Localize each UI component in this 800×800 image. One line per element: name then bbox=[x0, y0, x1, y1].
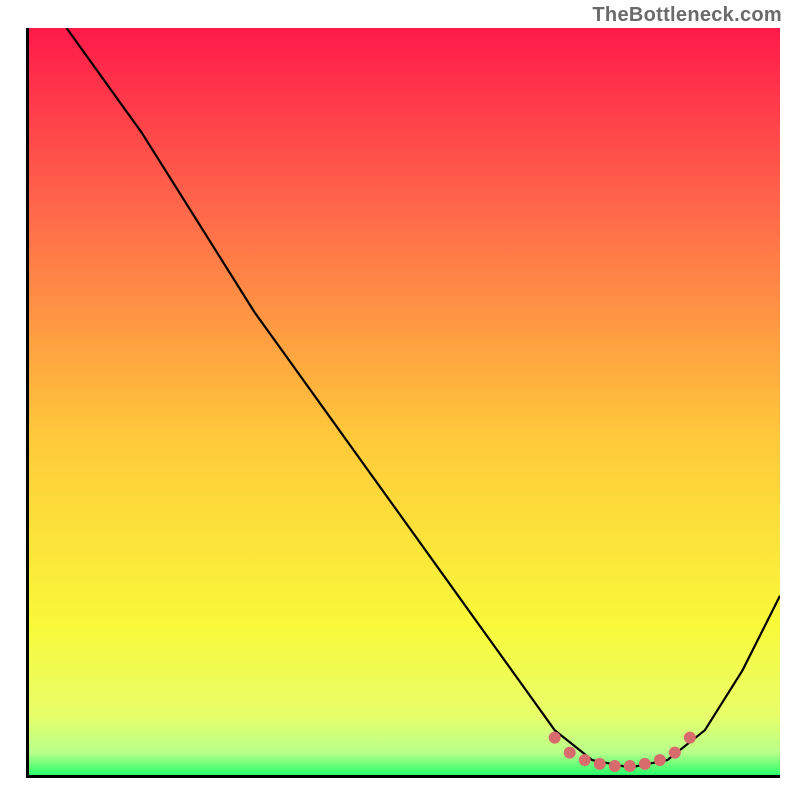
optimal-marker-dot bbox=[594, 758, 606, 770]
watermark-text: TheBottleneck.com bbox=[592, 4, 782, 27]
optimal-marker-dot bbox=[669, 747, 681, 759]
curve-layer bbox=[29, 28, 780, 775]
optimal-marker-dot bbox=[684, 732, 696, 744]
optimal-marker-dot bbox=[579, 754, 591, 766]
optimal-marker-dot bbox=[549, 732, 561, 744]
optimal-marker-dot bbox=[564, 747, 576, 759]
optimal-marker-dot bbox=[654, 754, 666, 766]
plot-area bbox=[26, 28, 780, 778]
bottleneck-curve-line bbox=[67, 28, 780, 768]
optimal-marker-dot bbox=[609, 760, 621, 772]
optimal-marker-dot bbox=[624, 760, 636, 772]
optimal-marker-dot bbox=[639, 758, 651, 770]
